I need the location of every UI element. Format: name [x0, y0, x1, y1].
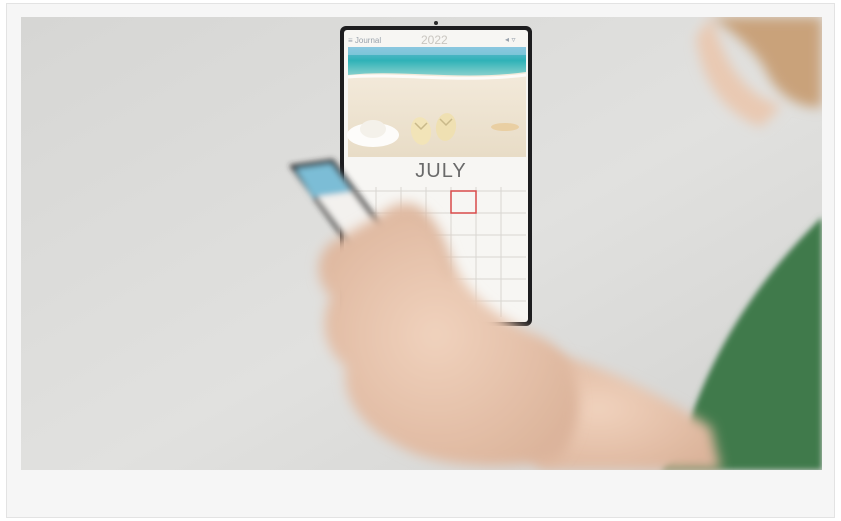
display-status-icons: ◂ ▿ [505, 35, 516, 44]
display-month: JULY [415, 160, 466, 182]
caption-area [21, 470, 822, 514]
display-status-left: ≡ Journal [348, 36, 381, 45]
hero-photo: ≡ Journal 2022 ◂ ▿ JULY [21, 17, 822, 470]
display-year: 2022 [421, 33, 448, 47]
